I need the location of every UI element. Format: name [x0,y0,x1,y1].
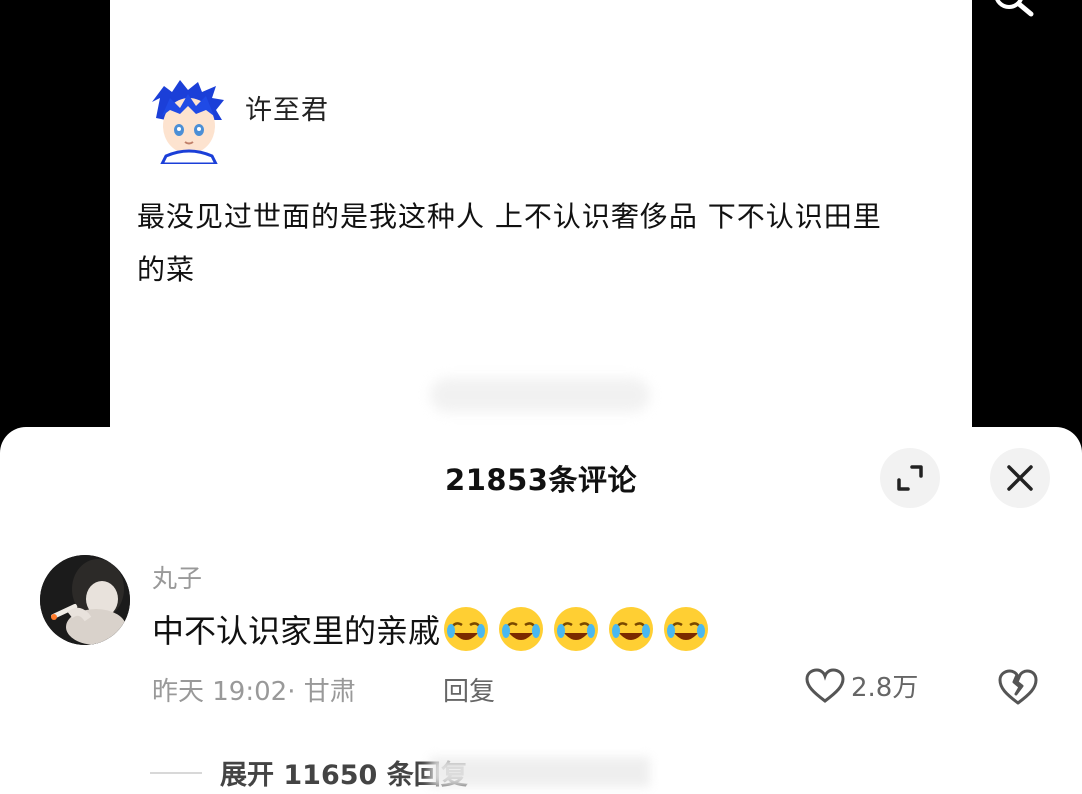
search-icon[interactable] [985,0,1045,26]
expand-replies-button[interactable]: 展开 11650 条回复 [150,753,468,792]
comment-sheet: 21853条评论 丸子 中不认识家里的亲戚 昨天 19:02· 甘肃 回复 2.… [0,427,1082,794]
commenter-avatar[interactable] [40,555,130,645]
laughing-crying-emoji [444,607,489,651]
comment-text: 中不认识家里的亲戚 [152,612,441,650]
reply-button[interactable]: 回复 [443,671,495,708]
broken-heart-icon[interactable] [998,668,1038,706]
expand-icon [897,465,923,491]
post-text: 最没见过世面的是我这种人 上不认识奢侈品 下不认识田里的菜 [137,200,882,286]
post-author-name[interactable]: 许至君 [245,88,329,127]
laughing-crying-emoji [609,607,654,651]
close-button[interactable] [990,448,1050,508]
blurred-overlay [430,378,650,412]
laughing-crying-emoji [499,607,544,651]
like-button[interactable]: 2.8万 [805,667,918,704]
comment-timestamp-location: 昨天 19:02· 甘肃 [152,677,356,707]
blurred-overlay [430,757,650,787]
expand-button[interactable] [880,448,940,508]
commenter-username[interactable]: 丸子 [152,559,202,595]
close-icon [1007,465,1033,491]
post-author-avatar[interactable] [150,80,228,164]
divider [150,771,202,774]
laughing-crying-emoji [664,607,709,651]
laughing-crying-emoji [554,607,599,651]
comment-body: 中不认识家里的亲戚 [152,605,710,653]
like-count: 2.8万 [851,673,919,703]
heart-icon [805,667,845,703]
